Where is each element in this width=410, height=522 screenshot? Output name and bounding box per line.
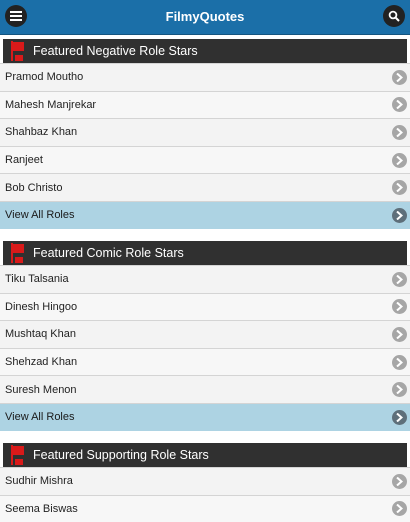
section-header: Featured Supporting Role Stars	[3, 443, 407, 467]
section-negative-role-stars: Featured Negative Role Stars Pramod Mout…	[0, 39, 410, 229]
list-item[interactable]: Bob Christo	[0, 173, 410, 201]
chevron-right-icon	[392, 501, 407, 517]
chevron-right-icon	[392, 354, 407, 370]
chevron-right-icon	[392, 97, 407, 113]
list-item[interactable]: Tiku Talsania	[0, 265, 410, 293]
section-title: Featured Comic Role Stars	[33, 246, 184, 260]
section-title: Featured Negative Role Stars	[33, 44, 198, 58]
section-title: Featured Supporting Role Stars	[33, 448, 209, 462]
chevron-right-icon	[392, 69, 407, 85]
list: Sudhir Mishra Seema Biswas	[0, 467, 410, 522]
item-label: Seema Biswas	[5, 502, 78, 515]
award-flag-icon	[11, 243, 24, 263]
view-all-label: View All Roles	[5, 411, 75, 424]
item-label: Ranjeet	[5, 154, 43, 167]
chevron-right-icon	[392, 124, 407, 140]
chevron-right-icon	[392, 152, 407, 168]
list-item[interactable]: Shahbaz Khan	[0, 118, 410, 146]
list: Pramod Moutho Mahesh Manjrekar Shahbaz K…	[0, 63, 410, 229]
search-icon	[388, 10, 400, 22]
chevron-right-icon	[392, 207, 407, 223]
chevron-right-icon	[392, 473, 407, 489]
view-all-roles-button[interactable]: View All Roles	[0, 402, 410, 431]
view-all-label: View All Roles	[5, 209, 75, 222]
app-title: FilmyQuotes	[165, 9, 245, 24]
item-label: Suresh Menon	[5, 383, 77, 396]
list-item[interactable]: Ranjeet	[0, 145, 410, 174]
item-label: Sudhir Mishra	[5, 475, 73, 488]
section-supporting-role-stars: Featured Supporting Role Stars Sudhir Mi…	[0, 443, 410, 522]
list-item[interactable]: Sudhir Mishra	[0, 467, 410, 495]
list-item[interactable]: Pramod Moutho	[0, 63, 410, 91]
chevron-right-icon	[392, 180, 407, 196]
search-button[interactable]	[383, 5, 405, 27]
item-label: Shahbaz Khan	[5, 126, 78, 139]
award-flag-icon	[11, 445, 24, 465]
item-label: Dinesh Hingoo	[5, 300, 78, 313]
list-item[interactable]: Shehzad Khan	[0, 347, 410, 376]
item-label: Shehzad Khan	[5, 356, 78, 369]
list-item[interactable]: Seema Biswas	[0, 494, 410, 522]
chevron-right-icon	[392, 299, 407, 315]
item-label: Tiku Talsania	[5, 273, 69, 286]
list-item[interactable]: Mahesh Manjrekar	[0, 90, 410, 119]
view-all-roles-button[interactable]: View All Roles	[0, 200, 410, 229]
list: Tiku Talsania Dinesh Hingoo Mushtaq Khan…	[0, 265, 410, 431]
chevron-right-icon	[392, 382, 407, 398]
item-label: Pramod Moutho	[5, 71, 84, 84]
item-label: Bob Christo	[5, 181, 63, 194]
section-header: Featured Negative Role Stars	[3, 39, 407, 63]
list-item[interactable]: Dinesh Hingoo	[0, 292, 410, 321]
item-label: Mahesh Manjrekar	[5, 98, 97, 111]
award-flag-icon	[11, 41, 24, 61]
chevron-right-icon	[392, 326, 407, 342]
item-label: Mushtaq Khan	[5, 328, 76, 341]
section-header: Featured Comic Role Stars	[3, 241, 407, 265]
chevron-right-icon	[392, 409, 407, 425]
chevron-right-icon	[392, 271, 407, 287]
list-item[interactable]: Mushtaq Khan	[0, 320, 410, 348]
list-item[interactable]: Suresh Menon	[0, 375, 410, 403]
app-header: FilmyQuotes	[0, 0, 410, 35]
section-comic-role-stars: Featured Comic Role Stars Tiku Talsania …	[0, 241, 410, 431]
